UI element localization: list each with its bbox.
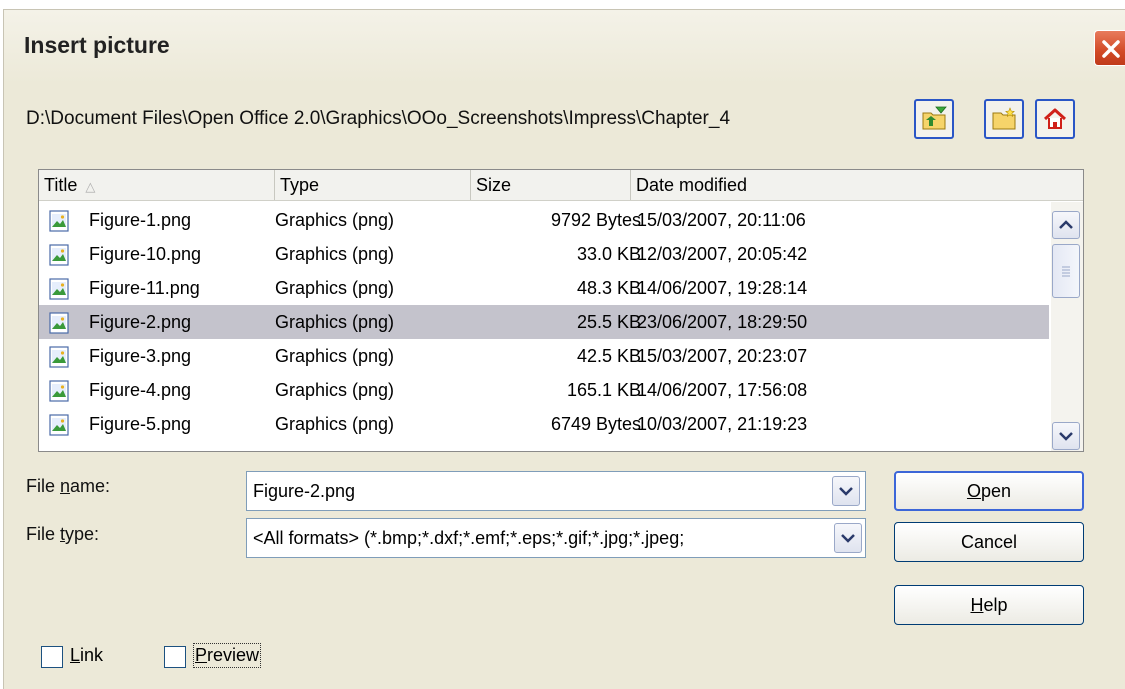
file-list[interactable]: Title △ Type Size Date modified Figure-1.… [38, 169, 1084, 452]
file-name-input[interactable]: Figure-2.png [253, 472, 833, 510]
file-title: Figure-11.png [89, 278, 200, 298]
file-type: Graphics (png) [275, 210, 395, 230]
file-type: Graphics (png) [275, 380, 395, 400]
file-date-modified: 12/03/2007, 20:05:42 [637, 244, 808, 264]
link-checkbox[interactable] [41, 646, 63, 668]
file-size: 48.3 KB [576, 278, 641, 298]
link-checkbox-label[interactable]: Link [70, 645, 103, 666]
file-row[interactable]: Figure-1.png Graphics (png) 9792 Bytes 15/0… [39, 203, 1049, 237]
file-row[interactable]: Figure-2.png Graphics (png) 25.5 KB 23/06/2… [39, 305, 1049, 339]
file-row[interactable]: Figure-4.png Graphics (png) 165.1 KB 14/06/… [39, 373, 1049, 407]
file-name-combo[interactable]: Figure-2.png [246, 471, 866, 511]
image-file-icon [49, 243, 69, 266]
file-size: 42.5 KB [576, 346, 641, 366]
image-file-icon [49, 413, 69, 436]
help-button[interactable]: Help [894, 585, 1084, 625]
file-size: 33.0 KB [576, 244, 641, 264]
scroll-up-button[interactable] [1052, 211, 1080, 239]
file-date-modified: 23/06/2007, 18:29:50 [637, 312, 808, 332]
close-button[interactable] [1094, 30, 1125, 66]
file-date-modified: 14/06/2007, 17:56:08 [637, 380, 808, 400]
file-size: 6749 Bytes [550, 414, 641, 434]
file-type: Graphics (png) [275, 278, 395, 298]
image-file-icon [49, 209, 69, 232]
file-type: Graphics (png) [275, 346, 395, 366]
file-title: Figure-10.png [89, 244, 202, 264]
file-row[interactable]: Figure-5.png Graphics (png) 6749 Bytes 10/0… [39, 407, 1049, 441]
file-list-header: Title △ Type Size Date modified [39, 170, 1083, 201]
image-file-icon [49, 277, 69, 300]
image-file-icon [49, 311, 69, 334]
image-file-icon [49, 379, 69, 402]
file-type-combo[interactable]: <All formats> (*.bmp;*.dxf;*.emf;*.eps;*… [246, 518, 866, 558]
file-type-label: File type: [26, 524, 100, 544]
file-row[interactable]: Figure-3.png Graphics (png) 42.5 KB 15/03/2… [39, 339, 1049, 373]
file-type: Graphics (png) [275, 244, 395, 264]
new-folder-icon [992, 107, 1016, 130]
up-one-level-button[interactable] [914, 99, 954, 139]
file-date-modified: 10/03/2007, 21:19:23 [637, 414, 808, 434]
file-type-dropdown-button[interactable] [834, 523, 862, 553]
file-title: Figure-2.png [89, 312, 192, 332]
home-icon [1043, 108, 1067, 129]
folder-up-icon [922, 106, 947, 130]
file-row[interactable]: Figure-11.png Graphics (png) 48.3 KB 14/06/… [39, 271, 1049, 305]
title-bar[interactable]: Insert picture [4, 10, 1125, 84]
dialog-title: Insert picture [24, 32, 170, 58]
cancel-button[interactable]: Cancel [894, 522, 1084, 562]
column-title-label: Title [44, 175, 78, 195]
scrollbar-thumb[interactable] [1052, 244, 1080, 298]
chevron-up-icon [1059, 220, 1073, 229]
file-type-value[interactable]: <All formats> (*.bmp;*.dxf;*.emf;*.eps;*… [253, 519, 835, 557]
file-type: Graphics (png) [275, 312, 395, 332]
file-name-label: File name: [26, 476, 111, 496]
file-title: Figure-4.png [89, 380, 192, 400]
file-type: Graphics (png) [275, 414, 395, 434]
chevron-down-icon [841, 534, 855, 543]
file-date-modified: 15/03/2007, 20:11:06 [637, 210, 806, 230]
file-row[interactable]: Figure-10.png Graphics (png) 33.0 KB 12/03/… [39, 237, 1049, 271]
file-name-dropdown-button[interactable] [832, 476, 860, 506]
file-size: 165.1 KB [566, 380, 641, 400]
file-title: Figure-5.png [89, 414, 192, 434]
current-path: D:\Document Files\Open Office 2.0\Graphi… [26, 108, 731, 129]
vertical-scrollbar[interactable] [1051, 202, 1083, 451]
preview-checkbox[interactable] [164, 646, 186, 668]
file-title: Figure-3.png [89, 346, 192, 366]
column-header-size[interactable]: Size [471, 170, 631, 200]
close-icon [1102, 40, 1120, 58]
file-date-modified: 14/06/2007, 19:28:14 [637, 278, 808, 298]
file-size: 9792 Bytes [550, 210, 641, 230]
file-size: 25.5 KB [576, 312, 641, 332]
column-header-title[interactable]: Title △ [39, 170, 275, 200]
insert-picture-dialog: Insert picture D:\Document Files\Open Of… [3, 9, 1125, 689]
create-new-folder-button[interactable] [984, 99, 1024, 139]
open-button[interactable]: Open [894, 471, 1084, 511]
grip-icon [1062, 266, 1070, 277]
chevron-down-icon [839, 487, 853, 496]
chevron-down-icon [1059, 432, 1073, 441]
file-rows: Figure-1.png Graphics (png) 9792 Bytes 15/0… [39, 203, 1051, 441]
scroll-down-button[interactable] [1052, 422, 1080, 450]
file-title: Figure-1.png [89, 210, 192, 230]
preview-checkbox-label[interactable]: Preview [192, 643, 262, 668]
sort-ascending-icon: △ [85, 179, 96, 194]
image-file-icon [49, 345, 69, 368]
default-directory-button[interactable] [1035, 99, 1075, 139]
column-header-date-modified[interactable]: Date modified [631, 170, 1083, 200]
column-header-type[interactable]: Type [275, 170, 471, 200]
file-date-modified: 15/03/2007, 20:23:07 [637, 346, 808, 366]
